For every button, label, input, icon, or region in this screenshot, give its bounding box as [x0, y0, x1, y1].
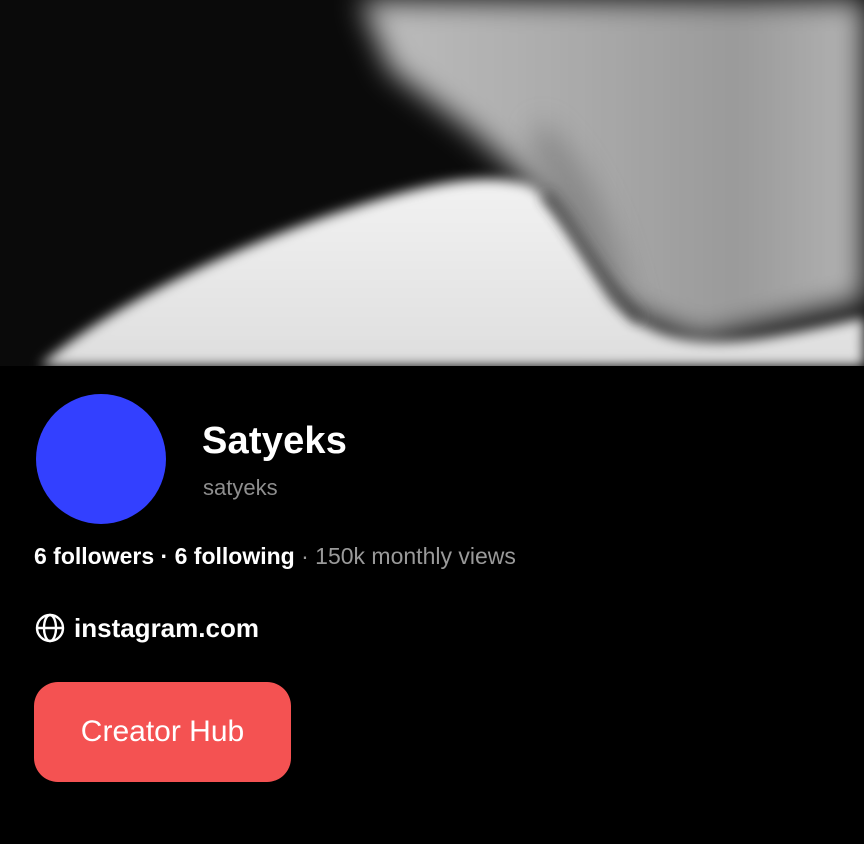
- followers-link[interactable]: 6 followers: [34, 543, 154, 569]
- creator-hub-button[interactable]: Creator Hub: [34, 682, 291, 782]
- profile-header: Satyeks satyeks 6 followers · 6 followin…: [0, 366, 864, 844]
- profile-stats: 6 followers · 6 following · 150k monthly…: [34, 543, 516, 570]
- globe-icon: [34, 612, 66, 644]
- username: satyeks: [203, 475, 278, 500]
- following-link[interactable]: 6 following: [175, 543, 295, 569]
- display-name: Satyeks: [202, 420, 348, 462]
- avatar[interactable]: [36, 394, 166, 524]
- monthly-views: 150k monthly views: [315, 543, 516, 569]
- website-label: instagram.com: [74, 612, 259, 643]
- cover-photo-image: [0, 0, 864, 366]
- cover-photo: [0, 0, 864, 366]
- website-link[interactable]: instagram.com: [34, 612, 259, 644]
- stats-separator: ·: [160, 543, 169, 569]
- views-separator: ·: [301, 543, 309, 569]
- profile-page: Satyeks satyeks 6 followers · 6 followin…: [0, 0, 864, 844]
